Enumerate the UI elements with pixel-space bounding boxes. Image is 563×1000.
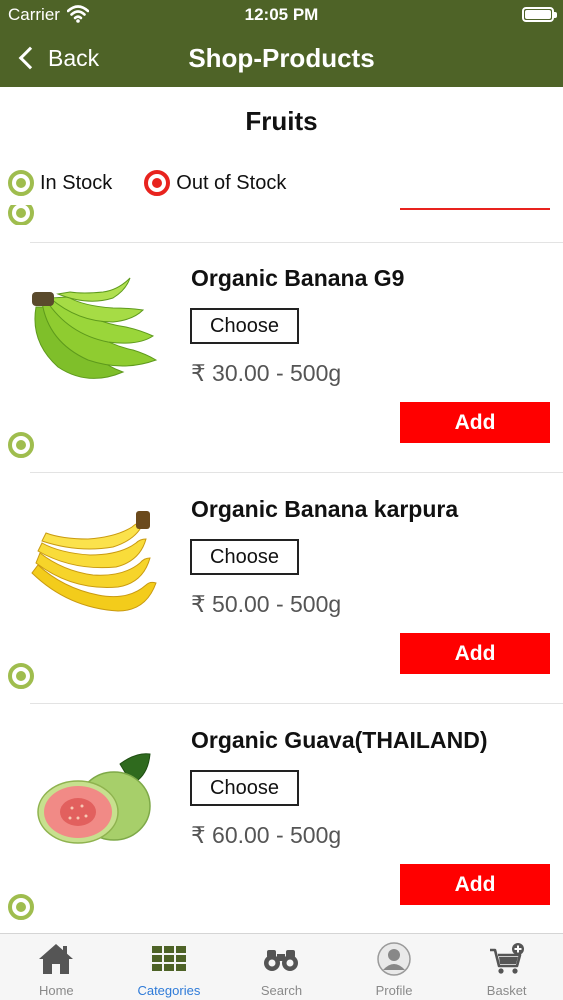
tab-search-label: Search	[260, 983, 303, 998]
page-title: Shop-Products	[188, 43, 375, 73]
out-of-stock-indicator-icon	[144, 170, 171, 196]
in-stock-indicator-icon	[8, 894, 34, 920]
in-stock-indicator-icon	[8, 432, 34, 458]
tab-bar: Home Categories Search Profile Basket	[0, 933, 563, 1000]
tab-basket[interactable]: Basket	[450, 934, 563, 1000]
tab-search[interactable]: Search	[225, 934, 338, 1000]
grid-icon	[150, 942, 188, 976]
product-price: ₹ 30.00 - 500g	[191, 360, 342, 386]
add-to-basket-button[interactable]: Add	[400, 864, 550, 905]
guava-image	[28, 734, 163, 849]
tab-categories-label: Categories	[137, 983, 201, 998]
product-row: Organic Banana G9 Choose ₹ 30.00 - 500g …	[0, 242, 563, 472]
choose-variant-button[interactable]: Choose	[190, 770, 299, 806]
tab-basket-label: Basket	[486, 983, 527, 998]
stock-legend: In Stock Out of Stock	[8, 168, 318, 198]
binoculars-icon	[262, 942, 300, 976]
partial-stock-indicator	[8, 205, 34, 225]
in-stock-indicator-icon	[8, 170, 34, 196]
legend-out-of-stock: Out of Stock	[144, 170, 286, 196]
product-name: Organic Banana G9	[191, 265, 405, 291]
product-row: Organic Guava(THAILAND) Choose ₹ 60.00 -…	[0, 704, 563, 934]
tab-home[interactable]: Home	[0, 934, 113, 1000]
add-to-basket-button[interactable]: Add	[400, 633, 550, 674]
home-icon	[37, 942, 75, 976]
product-row: Organic Banana karpura Choose ₹ 50.00 - …	[0, 473, 563, 703]
legend-out-of-stock-label: Out of Stock	[176, 171, 287, 194]
tab-profile-label: Profile	[375, 983, 413, 998]
green-banana-image	[28, 272, 163, 387]
product-name: Organic Banana karpura	[191, 496, 459, 522]
legend-in-stock-label: In Stock	[40, 171, 113, 194]
legend-in-stock: In Stock	[8, 170, 112, 196]
product-price: ₹ 60.00 - 500g	[191, 822, 342, 848]
choose-variant-button[interactable]: Choose	[190, 539, 299, 575]
nav-bar: Back Shop-Products	[0, 30, 563, 87]
product-price: ₹ 50.00 - 500g	[191, 591, 342, 617]
in-stock-indicator-icon	[8, 663, 34, 689]
status-bar: Carrier 12:05 PM	[0, 0, 563, 30]
product-name: Organic Guava(THAILAND)	[191, 727, 488, 753]
profile-icon	[375, 942, 413, 976]
category-title: Fruits	[245, 106, 318, 136]
tab-home-label: Home	[38, 983, 74, 998]
status-time: 12:05 PM	[244, 5, 319, 24]
add-to-basket-button[interactable]: Add	[400, 402, 550, 443]
tab-categories[interactable]: Categories	[113, 934, 226, 1000]
battery-icon	[522, 7, 557, 22]
cart-add-icon	[488, 942, 526, 976]
choose-variant-button[interactable]: Choose	[190, 308, 299, 344]
tab-profile[interactable]: Profile	[338, 934, 451, 1000]
filter-underline	[400, 208, 550, 210]
yellow-banana-image	[28, 503, 163, 618]
in-stock-indicator-icon	[8, 205, 34, 225]
